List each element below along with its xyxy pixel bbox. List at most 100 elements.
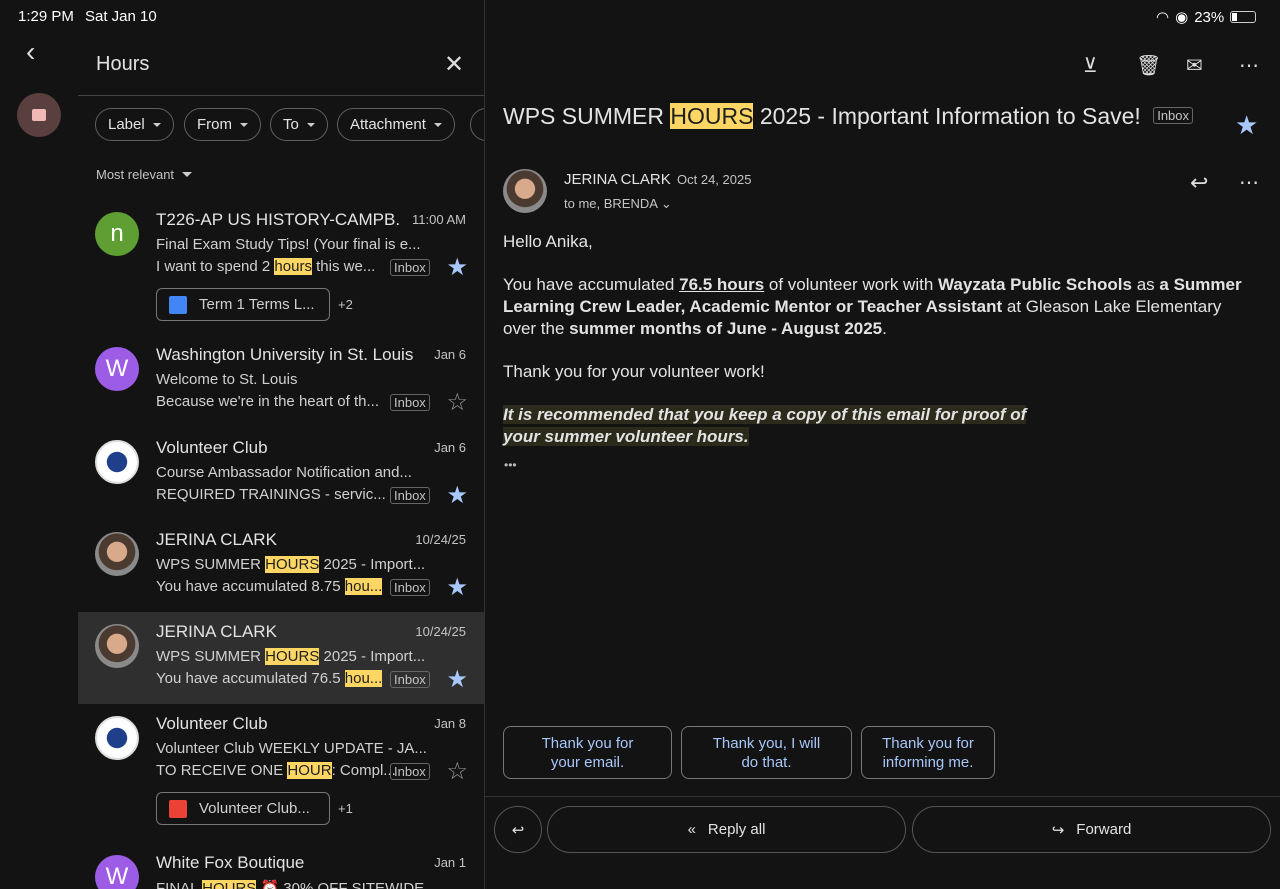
body-text-segment: Wayzata Public Schools bbox=[938, 275, 1132, 294]
email-snippet: You have accumulated 76.5 hou... bbox=[156, 670, 383, 687]
star-icon[interactable]: ★ bbox=[446, 576, 468, 600]
email-list-item[interactable]: W White Fox Boutique Jan 1 FINAL HOURS ⏰ … bbox=[78, 843, 484, 889]
volunteer-club-logo bbox=[95, 716, 139, 760]
email-date: 10/24/25 bbox=[415, 532, 466, 547]
email-subject: Volunteer Club WEEKLY UPDATE - JA... bbox=[156, 740, 427, 757]
email-list-item[interactable]: Volunteer Club Jan 8 Volunteer Club WEEK… bbox=[78, 704, 484, 843]
lock-rotation-icon: ◉ bbox=[1175, 9, 1189, 26]
sender-name: Volunteer Club bbox=[156, 438, 268, 457]
archive-icon[interactable]: ⊻ bbox=[1083, 53, 1098, 78]
body-note: It is recommended that you keep a copy o… bbox=[503, 405, 1027, 446]
email-subject: WPS SUMMER HOURS 2025 - Import... bbox=[156, 556, 426, 573]
email-date: Jan 6 bbox=[434, 347, 466, 362]
star-icon[interactable]: ★ bbox=[446, 256, 468, 280]
sort-dropdown[interactable]: Most relevant bbox=[96, 167, 193, 182]
email-list-item[interactable]: Volunteer Club Jan 6 Course Ambassador N… bbox=[78, 428, 484, 520]
sender-name: Washington University in St. Louis bbox=[156, 345, 414, 364]
email-list-item[interactable]: JERINA CLARK 10/24/25 WPS SUMMER HOURS 2… bbox=[78, 520, 484, 612]
body-text-segment: . bbox=[882, 319, 887, 338]
email-date: Jan 1 bbox=[434, 855, 466, 870]
message-more-icon[interactable]: ⋯ bbox=[1239, 170, 1259, 195]
trash-icon[interactable]: 🗑︎ bbox=[1136, 53, 1161, 78]
body-text-segment: 76.5 hours bbox=[679, 275, 765, 294]
more-icon[interactable]: ⋯ bbox=[1239, 53, 1259, 78]
star-icon[interactable]: ★ bbox=[1235, 110, 1258, 141]
body-text-segment: summer months of June - August 2025 bbox=[569, 319, 883, 338]
sender-name: JERINA CLARK bbox=[156, 530, 277, 549]
battery-icon bbox=[1230, 11, 1257, 23]
email-snippet: REQUIRED TRAININGS - servic... bbox=[156, 486, 386, 503]
email-date: Jan 6 bbox=[434, 440, 466, 455]
recipients-toggle[interactable]: to me, BRENDA ⌄ bbox=[564, 196, 672, 212]
sender-avatar: W bbox=[95, 347, 139, 391]
email-list-item[interactable]: JERINA CLARK 10/24/25 WPS SUMMER HOURS 2… bbox=[78, 612, 484, 704]
email-date: 11:00 AM bbox=[412, 212, 466, 227]
volunteer-club-logo bbox=[95, 440, 139, 484]
filter-to[interactable]: To bbox=[270, 108, 328, 141]
email-subject: Final Exam Study Tips! (Your final is e.… bbox=[156, 236, 421, 253]
inbox-icon[interactable] bbox=[17, 93, 61, 137]
body-text-segment: as bbox=[1132, 275, 1160, 294]
greeting: Hello Anika, bbox=[503, 232, 593, 251]
attachment-more: +2 bbox=[338, 297, 353, 312]
email-date: Jan 8 bbox=[434, 716, 466, 731]
mark-unread-icon[interactable]: ✉︎ bbox=[1186, 53, 1203, 78]
reply-all-button[interactable]: «Reply all bbox=[547, 806, 906, 853]
attachment-chip[interactable]: Volunteer Club... bbox=[156, 792, 330, 825]
sender-name: JERINA CLARK bbox=[564, 171, 671, 188]
smart-reply-1[interactable]: Thank you for your email. bbox=[503, 726, 672, 779]
label-badge: Inbox bbox=[390, 671, 430, 688]
label-badge: Inbox bbox=[1153, 107, 1194, 124]
email-list-item[interactable]: W Washington University in St. Louis Jan … bbox=[78, 335, 484, 428]
search-results-pane: Hours ✕ Label From To Attachment Most re… bbox=[78, 0, 484, 889]
filter-label[interactable]: Label bbox=[95, 108, 174, 141]
sender-avatar bbox=[503, 169, 547, 213]
clear-search-icon[interactable]: ✕ bbox=[444, 50, 464, 79]
show-trimmed-button[interactable]: ••• bbox=[504, 458, 517, 472]
forward-icon: ↪ bbox=[1051, 821, 1065, 839]
email-snippet: I want to spend 2 hours this we... bbox=[156, 258, 376, 275]
reply-icon[interactable]: ↩ bbox=[1190, 170, 1208, 196]
back-icon[interactable]: ‹ bbox=[26, 36, 35, 68]
email-list-item[interactable]: n T226-AP US HISTORY-CAMPB. 11:00 AM Fina… bbox=[78, 200, 484, 335]
label-badge: Inbox bbox=[390, 579, 430, 596]
filter-attachment[interactable]: Attachment bbox=[337, 108, 455, 141]
email-subject: WPS SUMMER HOURS 2025 - Import... bbox=[156, 648, 426, 665]
email-snippet: You have accumulated 8.75 hou... bbox=[156, 578, 383, 595]
message-title: WPS SUMMER HOURS 2025 - Important Inform… bbox=[503, 103, 1194, 130]
message-date: Oct 24, 2025 bbox=[677, 172, 752, 187]
pane-divider bbox=[484, 0, 485, 889]
star-icon[interactable]: ☆ bbox=[446, 760, 468, 784]
label-badge: Inbox bbox=[390, 259, 430, 276]
email-subject: Welcome to St. Louis bbox=[156, 371, 298, 388]
reply-button[interactable]: ↩ bbox=[494, 806, 542, 853]
star-icon[interactable]: ★ bbox=[446, 484, 468, 508]
email-snippet: Because we're in the heart of th... bbox=[156, 393, 379, 410]
battery-percent: 23% bbox=[1194, 8, 1225, 26]
email-subject: FINAL HOURS ⏰ 30% OFF SITEWIDE bbox=[156, 879, 424, 889]
filter-from[interactable]: From bbox=[184, 108, 261, 141]
attachment-more: +1 bbox=[338, 801, 353, 816]
body-thanks: Thank you for your volunteer work! bbox=[503, 362, 765, 381]
email-snippet: TO RECEIVE ONE HOUR: Compl... bbox=[156, 762, 396, 779]
sender-avatar bbox=[95, 532, 139, 576]
label-badge: Inbox bbox=[390, 394, 430, 411]
attachment-chip[interactable]: Term 1 Terms L... bbox=[156, 288, 330, 321]
wifi-icon: ◠ bbox=[1156, 9, 1170, 26]
filter-more[interactable] bbox=[470, 108, 484, 141]
label-badge: Inbox bbox=[390, 487, 430, 504]
doc-icon bbox=[169, 295, 187, 314]
body-text-segment: You have accumulated bbox=[503, 275, 680, 294]
smart-reply-3[interactable]: Thank you for informing me. bbox=[861, 726, 995, 779]
divider bbox=[485, 796, 1280, 797]
image-icon bbox=[169, 799, 187, 818]
search-input[interactable]: Hours bbox=[96, 53, 149, 76]
star-icon[interactable]: ☆ bbox=[446, 391, 468, 415]
forward-button[interactable]: ↪ Forward bbox=[912, 806, 1271, 853]
smart-reply-2[interactable]: Thank you, I will do that. bbox=[681, 726, 852, 779]
star-icon[interactable]: ★ bbox=[446, 668, 468, 692]
nav-rail: ‹ bbox=[0, 0, 78, 889]
body-paragraph: You have accumulated 76.5 hours of volun… bbox=[503, 274, 1253, 340]
reply-icon: ↩ bbox=[511, 821, 525, 839]
sender-name: JERINA CLARK bbox=[156, 622, 277, 641]
